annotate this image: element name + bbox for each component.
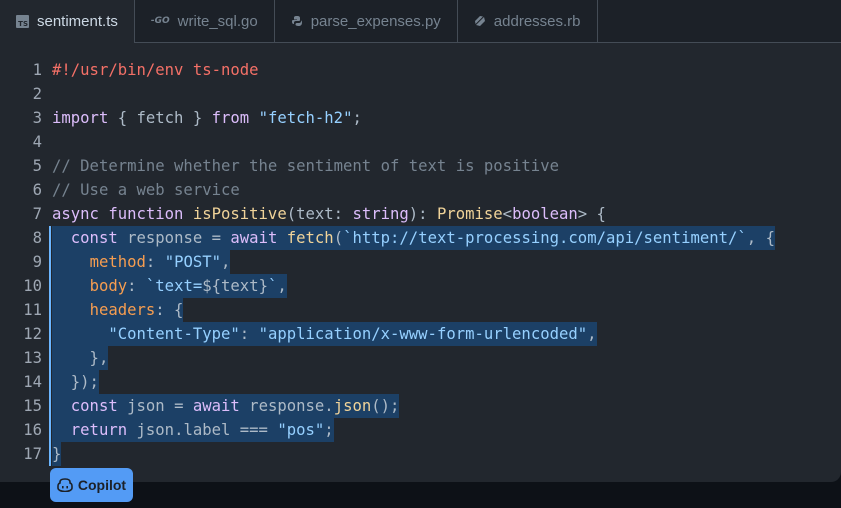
typescript-icon: TS [16, 15, 29, 28]
code-line: 4 [0, 130, 841, 154]
code-editor[interactable]: 1 #!/usr/bin/env ts-node 2 3 import { fetc… [0, 58, 841, 466]
line-number: 6 [32, 181, 42, 199]
code-line: 2 [0, 82, 841, 106]
line-number: 16 [23, 421, 42, 439]
line-number: 14 [23, 373, 42, 391]
tab-write-sql-go[interactable]: -GO write_sql.go [135, 0, 275, 42]
code-line: 5// Determine whether the sentiment of t… [0, 154, 841, 178]
line-number: 7 [32, 205, 42, 223]
editor-window: TS sentiment.ts -GO write_sql.go parse_e… [0, 0, 841, 482]
copilot-label: Copilot [77, 477, 127, 493]
tab-parse-expenses-py[interactable]: parse_expenses.py [275, 0, 458, 42]
code-line: 17} [0, 442, 841, 466]
tab-addresses-rb[interactable]: addresses.rb [458, 0, 598, 42]
line-number: 1 [32, 61, 42, 79]
line-number: 13 [23, 349, 42, 367]
code-line: 3 import { fetch } from "fetch-h2"; [0, 106, 841, 130]
line-number: 9 [32, 253, 42, 271]
copilot-icon [57, 478, 73, 492]
code-line: 1 #!/usr/bin/env ts-node [0, 58, 841, 82]
code-line: 9 method: "POST", [0, 250, 841, 274]
line-number: 5 [32, 157, 42, 175]
code-line: 14 }); [0, 370, 841, 394]
tab-label: addresses.rb [493, 12, 581, 30]
copilot-button[interactable]: Copilot [50, 468, 133, 502]
code-line: 10 body: `text=${text}`, [0, 274, 841, 298]
code-line: 7 async function isPositive(text: string)… [0, 202, 841, 226]
line-number: 2 [32, 85, 42, 103]
tab-bar: TS sentiment.ts -GO write_sql.go parse_e… [0, 0, 841, 43]
tab-sentiment-ts[interactable]: TS sentiment.ts [0, 0, 135, 43]
line-number: 8 [32, 229, 42, 247]
line-number: 10 [23, 277, 42, 295]
line-number: 11 [23, 301, 42, 319]
code-line: 12 "Content-Type": "application/x-www-fo… [0, 322, 841, 346]
code-line: 15 const json = await response.json(); [0, 394, 841, 418]
tab-label: write_sql.go [177, 12, 258, 30]
code-line: 13 }, [0, 346, 841, 370]
tab-label: parse_expenses.py [310, 12, 441, 30]
line-number: 3 [32, 109, 42, 127]
line-number: 4 [32, 133, 42, 151]
code-line: 16 return json.label === "pos"; [0, 418, 841, 442]
python-icon [291, 15, 303, 27]
line-number: 12 [23, 325, 42, 343]
line-number: 15 [23, 397, 42, 415]
ruby-icon [474, 15, 486, 27]
go-icon: -GO [150, 16, 170, 26]
code-line: 8 const response = await fetch(`http://t… [0, 226, 841, 250]
code-line: 6// Use a web service [0, 178, 841, 202]
code-line: 11 headers: { [0, 298, 841, 322]
tab-label: sentiment.ts [37, 13, 118, 30]
line-number: 17 [23, 445, 42, 463]
